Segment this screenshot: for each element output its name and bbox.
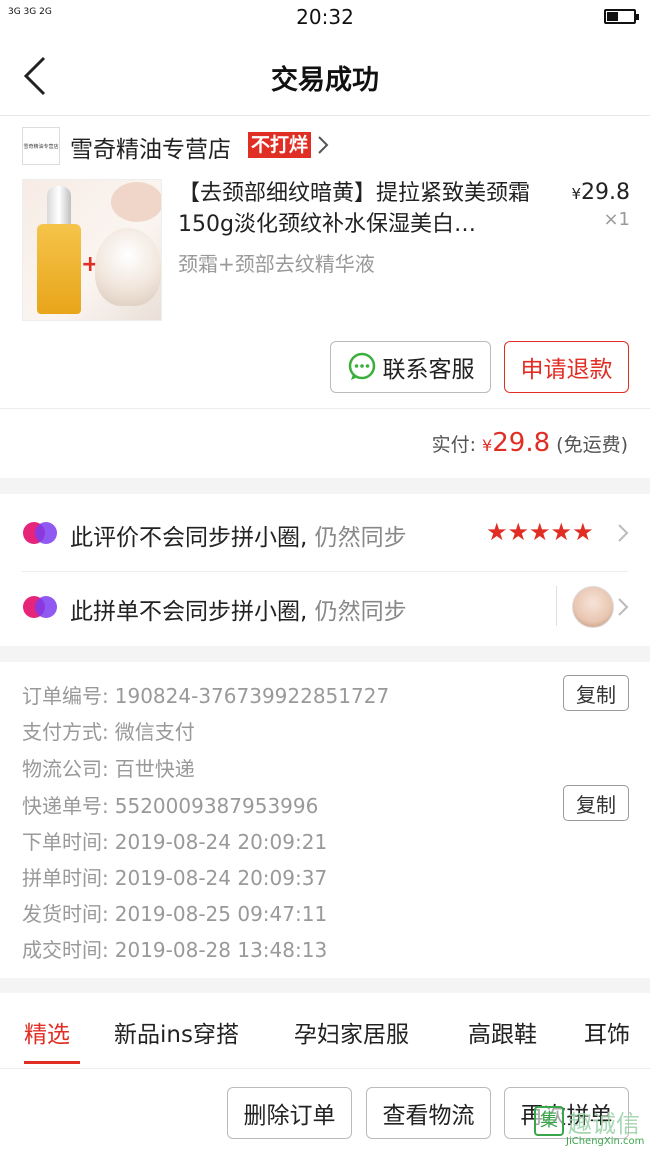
product-image[interactable]: + [22, 179, 162, 321]
shop-logo: 雪奇精油专营店 [22, 127, 60, 165]
paid-amount: ¥29.8 [482, 428, 551, 458]
tab-active-indicator [24, 1061, 80, 1064]
rating-stars: ★★★★★ [486, 518, 594, 546]
divider [556, 586, 557, 626]
status-time: 20:32 [296, 5, 354, 29]
section-gap [0, 478, 650, 494]
paid-amount-row: 实付: ¥29.8 (免运费) [432, 428, 628, 458]
chevron-right-icon[interactable] [616, 596, 630, 618]
group-time-row: 拼单时间: 2019-08-24 20:09:37 [22, 866, 328, 890]
complete-time-row: 成交时间: 2019-08-28 13:48:13 [22, 938, 328, 962]
logistics-company-row: 物流公司: 百世快递 [22, 757, 195, 781]
chevron-right-icon[interactable] [316, 134, 330, 156]
view-logistics-button[interactable]: 查看物流 [366, 1087, 491, 1139]
page-title: 交易成功 [271, 65, 379, 96]
tab-earrings[interactable]: 耳饰 [584, 1015, 630, 1049]
order-sync-row[interactable]: 此拼单不会同步拼小圈, 仍然同步 [0, 572, 650, 644]
shop-row[interactable]: 雪奇精油专营店 雪奇精油专营店 不打烊 [0, 120, 650, 172]
tab-heels[interactable]: 高跟鞋 [468, 1015, 537, 1049]
order-sync-text: 此拼单不会同步拼小圈, 仍然同步 [70, 599, 407, 625]
avatar [572, 586, 614, 628]
review-sync-row[interactable]: 此评价不会同步拼小圈, 仍然同步 ★★★★★ [0, 498, 650, 570]
tracking-number-row: 快递单号: 5520009387953996 [22, 794, 319, 818]
battery-icon [604, 9, 639, 24]
payment-method-row: 支付方式: 微信支付 [22, 720, 195, 744]
category-tabs: 精选 新品ins穿搭 孕妇家居服 高跟鞋 耳饰 [0, 993, 650, 1069]
watermark-logo-icon: 集 [534, 1106, 564, 1136]
order-number-row: 订单编号: 190824-376739922851727 [22, 684, 390, 708]
nav-bar: 交易成功 [0, 36, 650, 116]
product-spec: 颈霜+颈部去纹精华液 [178, 252, 375, 276]
site-watermark: 集 趣诚信 JiChengXin.com [532, 1104, 650, 1155]
delete-order-button[interactable]: 删除订单 [227, 1087, 352, 1139]
refund-button[interactable]: 申请退款 [504, 341, 629, 393]
chevron-right-icon[interactable] [616, 522, 630, 544]
section-gap [0, 646, 650, 662]
order-time-row: 下单时间: 2019-08-24 20:09:21 [22, 830, 328, 854]
review-sync-text: 此评价不会同步拼小圈, 仍然同步 [70, 525, 407, 551]
section-gap [0, 978, 650, 993]
review-sync-action[interactable]: 仍然同步 [315, 525, 407, 551]
chat-icon [348, 352, 375, 380]
shipping-note: (免运费) [556, 434, 628, 456]
contact-service-button[interactable]: 联系客服 [330, 341, 491, 393]
shop-name[interactable]: 雪奇精油专营店 [70, 130, 231, 164]
product-price: ¥29.8 [571, 180, 630, 205]
tab-maternity[interactable]: 孕妇家居服 [294, 1015, 409, 1049]
tab-new-ins[interactable]: 新品ins穿搭 [114, 1015, 239, 1049]
product-title[interactable]: 【去颈部细纹暗黄】提拉紧致美颈霜150g淡化颈纹补水保湿美白… [178, 178, 550, 240]
tab-featured[interactable]: 精选 [24, 1015, 70, 1049]
product-price-block: ¥29.8 ×1 [560, 180, 630, 230]
paid-label: 实付: [431, 434, 476, 456]
product-quantity: ×1 [603, 209, 630, 230]
copy-order-number-button[interactable]: 复制 [563, 675, 629, 711]
divider [0, 408, 650, 409]
ship-time-row: 发货时间: 2019-08-25 09:47:11 [22, 902, 328, 926]
pinduoduo-circle-icon [23, 596, 57, 618]
order-sync-action[interactable]: 仍然同步 [315, 599, 407, 625]
pinduoduo-circle-icon [23, 522, 57, 544]
copy-tracking-number-button[interactable]: 复制 [563, 785, 629, 821]
status-bar: 3G 3G 2G 20:32 [0, 0, 650, 36]
shop-badge: 不打烊 [248, 132, 312, 158]
